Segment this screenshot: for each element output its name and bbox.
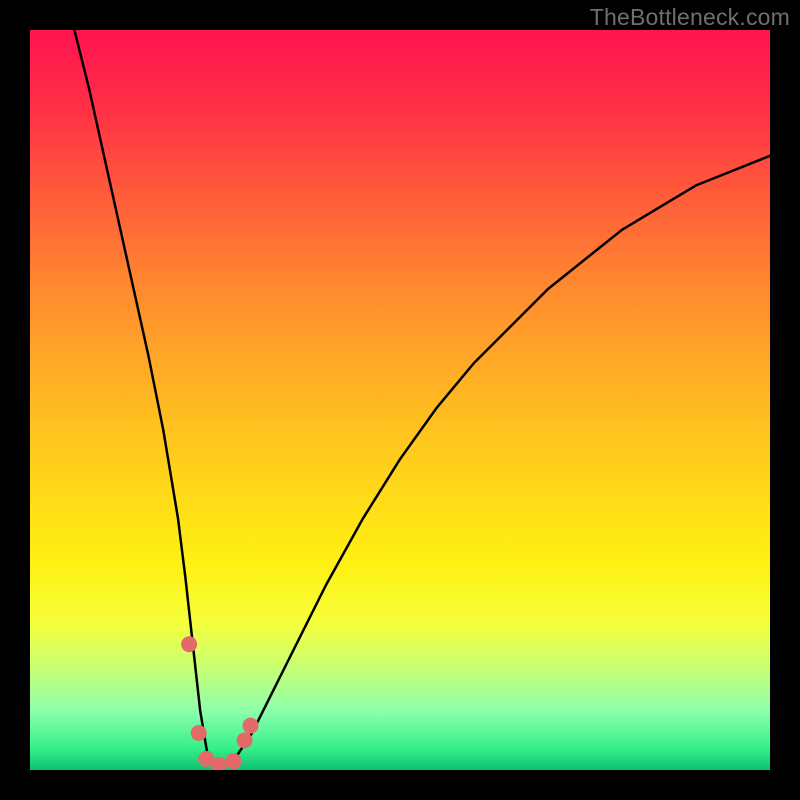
curve-layer xyxy=(30,30,770,770)
marker-dot xyxy=(226,753,242,769)
bottleneck-curve xyxy=(74,30,770,766)
marker-dot xyxy=(191,725,207,741)
watermark-label: TheBottleneck.com xyxy=(590,4,790,31)
plot-area xyxy=(30,30,770,770)
chart-frame: TheBottleneck.com xyxy=(0,0,800,800)
marker-dot xyxy=(243,718,259,734)
marker-dot xyxy=(237,732,253,748)
marker-dot xyxy=(181,636,197,652)
